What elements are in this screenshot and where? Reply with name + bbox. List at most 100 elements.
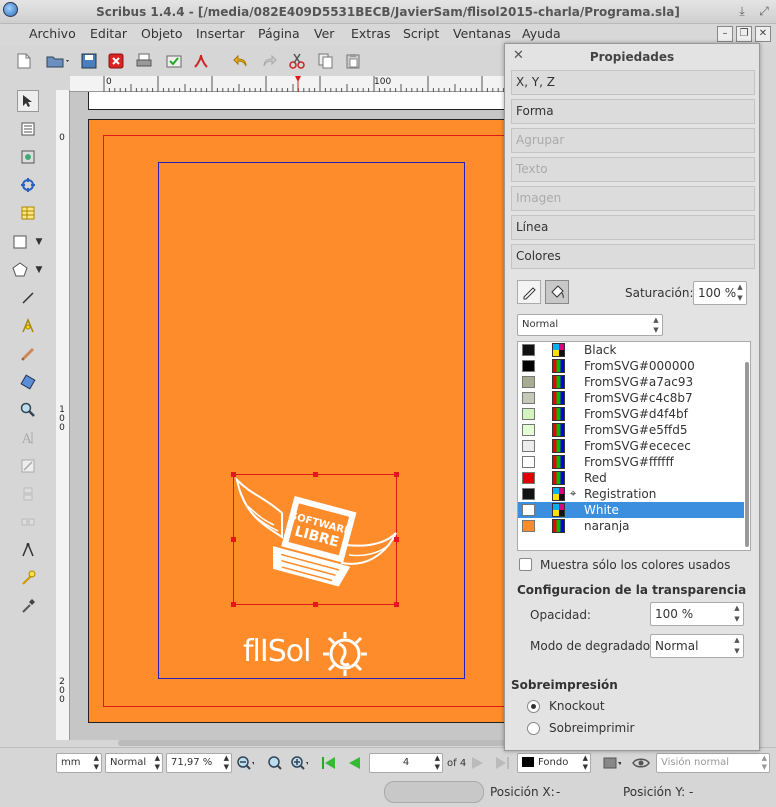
color-row[interactable]: FromSVG#ececec — [518, 438, 744, 454]
knockout-radio[interactable] — [527, 700, 540, 713]
measurements-icon[interactable] — [17, 539, 39, 561]
polygon-dropdown-icon[interactable]: ▼ — [32, 259, 46, 281]
zoom-icon[interactable] — [17, 399, 39, 421]
section-xyz[interactable]: X, Y, Z — [511, 70, 755, 95]
paste-icon[interactable] — [343, 51, 363, 71]
zoom-out-icon[interactable] — [236, 754, 254, 772]
mdi-close-icon[interactable]: ✕ — [755, 26, 771, 42]
open-document-icon[interactable] — [44, 51, 72, 71]
color-list-scrollbar[interactable] — [745, 362, 749, 547]
menu-ventanas[interactable]: Ventanas — [453, 26, 511, 41]
opacity-spinbox[interactable]: 100 % ▲ ▼ — [650, 602, 744, 626]
menu-pagina[interactable]: Página — [258, 26, 300, 41]
color-row[interactable]: naranja — [518, 518, 744, 534]
blend-mode-label: Modo de degradado: — [530, 639, 655, 653]
document-canvas[interactable]: SOFTWARE LIBRE flISol — [70, 92, 510, 740]
saturation-spinbox[interactable]: 100 % ▲ ▼ — [693, 281, 747, 305]
redo-icon[interactable] — [259, 51, 279, 71]
menu-archivo[interactable]: Archivo — [29, 26, 76, 41]
mdi-minimize-icon[interactable]: – — [717, 26, 733, 42]
bezier-icon[interactable] — [17, 315, 39, 337]
export-pdf-icon[interactable] — [191, 51, 211, 71]
opacity-label: Opacidad: — [530, 608, 591, 622]
section-forma[interactable]: Forma — [511, 99, 755, 124]
unit-select[interactable]: mm ▲ ▼ — [56, 753, 102, 773]
line-icon[interactable] — [17, 287, 39, 309]
edit-line-color-icon[interactable] — [517, 280, 541, 304]
polygon-icon[interactable] — [9, 259, 31, 281]
previous-page-icon[interactable] — [345, 754, 363, 772]
mode-select[interactable]: Normal ▲ ▼ — [105, 753, 163, 773]
menu-ver[interactable]: Ver — [314, 26, 334, 41]
shape-icon[interactable] — [9, 231, 31, 253]
new-document-icon[interactable] — [14, 51, 34, 71]
image-frame-icon[interactable] — [17, 146, 39, 168]
layer-select[interactable]: Fondo ▲ ▼ — [517, 753, 591, 773]
zoom-100-icon[interactable] — [266, 754, 284, 772]
color-row[interactable]: White — [518, 502, 744, 518]
edit-text-icon[interactable]: A — [17, 427, 39, 449]
zoom-in-icon[interactable] — [290, 754, 308, 772]
edit-contents-icon[interactable] — [17, 455, 39, 477]
color-row[interactable]: ⌖ Registration — [518, 486, 744, 502]
view-eye-icon[interactable] — [632, 754, 650, 772]
edit-fill-color-icon[interactable] — [545, 280, 569, 304]
color-row[interactable]: FromSVG#000000 — [518, 358, 744, 374]
next-page-icon[interactable] — [469, 754, 487, 772]
last-page-icon[interactable] — [493, 754, 511, 772]
menu-editar[interactable]: Editar — [90, 26, 127, 41]
save-icon[interactable] — [79, 51, 99, 71]
link-frames-icon[interactable] — [17, 483, 39, 505]
shape-dropdown-icon[interactable]: ▼ — [32, 231, 46, 253]
gradient-type-select[interactable]: Normal ▲ ▼ — [517, 314, 663, 336]
print-icon[interactable] — [134, 51, 154, 71]
page-number-field[interactable]: 4 ▲ ▼ — [369, 753, 443, 773]
section-texto[interactable]: Texto — [511, 157, 755, 182]
menu-insertar[interactable]: Insertar — [196, 26, 245, 41]
color-row[interactable]: Black — [518, 342, 744, 358]
copy-icon[interactable] — [316, 51, 336, 71]
section-linea[interactable]: Línea — [511, 215, 755, 240]
menu-script[interactable]: Script — [403, 26, 439, 41]
color-row[interactable]: Red — [518, 470, 744, 486]
preview-mode-icon[interactable] — [603, 754, 621, 772]
blend-mode-select[interactable]: Normal ▲ ▼ — [650, 634, 744, 658]
rotate-item-icon[interactable] — [17, 371, 39, 393]
color-row[interactable]: FromSVG#a7ac93 — [518, 374, 744, 390]
overprint-radio[interactable] — [527, 722, 540, 735]
cut-icon[interactable] — [287, 51, 307, 71]
section-agrupar[interactable]: Agrupar — [511, 128, 755, 153]
first-page-icon[interactable] — [320, 754, 338, 772]
undo-icon[interactable] — [231, 51, 251, 71]
color-row[interactable]: FromSVG#d4f4bf — [518, 406, 744, 422]
software-libre-logo-frame[interactable]: SOFTWARE LIBRE — [231, 472, 399, 607]
menu-extras[interactable]: Extras — [351, 26, 391, 41]
menu-objeto[interactable]: Objeto — [141, 26, 183, 41]
color-row[interactable]: FromSVG#ffffff — [518, 454, 744, 470]
visual-mode-select[interactable]: Visión normal ▲ ▼ — [656, 753, 770, 773]
show-used-colors-checkbox[interactable] — [519, 558, 532, 571]
table-icon[interactable] — [17, 202, 39, 224]
panel-close-icon[interactable]: ✕ — [513, 48, 524, 63]
select-item-icon[interactable] — [17, 90, 39, 112]
close-document-icon[interactable] — [106, 51, 126, 71]
preflight-check-icon[interactable] — [164, 51, 184, 71]
color-list[interactable]: Black FromSVG#000000 FromSVG#a7ac93 FromSVG… — [517, 341, 751, 551]
zoom-field[interactable]: 71,97 % ▲ ▼ — [166, 753, 232, 773]
minimize-icon[interactable]: ⤓ — [734, 3, 750, 19]
render-frame-icon[interactable] — [17, 174, 39, 196]
color-row[interactable]: FromSVG#e5ffd5 — [518, 422, 744, 438]
unlink-frames-icon[interactable] — [17, 511, 39, 533]
maximize-icon[interactable]: ⤢ — [756, 3, 772, 19]
eye-dropper-icon[interactable] — [17, 595, 39, 617]
horizontal-scrollbar[interactable] — [118, 740, 508, 746]
document-page[interactable]: SOFTWARE LIBRE flISol — [88, 119, 510, 723]
color-row[interactable]: FromSVG#c4c8b7 — [518, 390, 744, 406]
menu-ayuda[interactable]: Ayuda — [522, 26, 561, 41]
section-colores[interactable]: Colores — [511, 244, 755, 269]
freehand-line-icon[interactable] — [17, 343, 39, 365]
mdi-restore-icon[interactable]: ❐ — [736, 26, 752, 42]
section-imagen[interactable]: Imagen — [511, 186, 755, 211]
copy-properties-icon[interactable] — [17, 567, 39, 589]
text-frame-icon[interactable] — [17, 118, 39, 140]
